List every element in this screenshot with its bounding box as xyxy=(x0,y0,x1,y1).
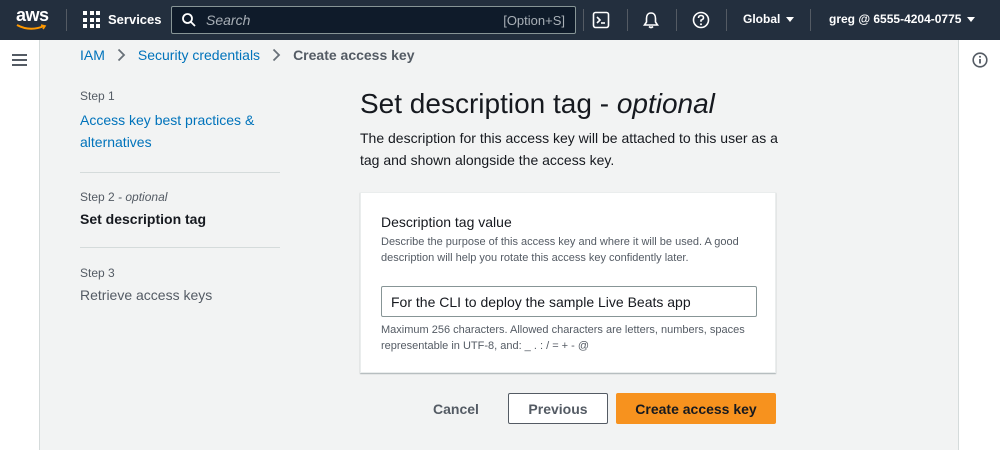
wizard-step-2: Step 2 - optional Set description tag xyxy=(80,173,280,248)
chevron-right-icon xyxy=(272,48,281,62)
nav-divider xyxy=(583,9,584,31)
caret-down-icon xyxy=(967,16,976,22)
wizard-step-1: Step 1 Access key best practices & alter… xyxy=(80,86,280,173)
account-label: greg @ 6555-4204-0775 xyxy=(829,12,962,26)
search-shortcut-hint: [Option+S] xyxy=(503,13,565,28)
notifications-button[interactable] xyxy=(641,10,661,30)
nav-divider xyxy=(810,9,811,31)
step-number: Step 1 xyxy=(80,89,115,103)
search-input[interactable] xyxy=(206,12,486,28)
breadcrumb-current: Create access key xyxy=(293,47,415,63)
nav-divider xyxy=(627,9,628,31)
cancel-button[interactable]: Cancel xyxy=(420,393,492,424)
services-label: Services xyxy=(108,12,162,27)
help-icon xyxy=(692,11,710,29)
hamburger-icon[interactable] xyxy=(12,54,28,66)
wizard-step-3: Step 3 Retrieve access keys xyxy=(80,248,280,306)
nav-divider xyxy=(676,9,677,31)
grid-icon xyxy=(83,11,100,28)
cloudshell-button[interactable] xyxy=(591,10,611,30)
page-title-optional: optional xyxy=(616,88,715,119)
bell-icon xyxy=(643,12,659,29)
step-number: Step 3 xyxy=(80,266,115,280)
chevron-right-icon xyxy=(117,48,126,62)
nav-divider xyxy=(66,9,67,31)
field-label: Description tag value xyxy=(381,214,512,230)
previous-button[interactable]: Previous xyxy=(508,393,608,424)
account-menu[interactable]: greg @ 6555-4204-0775 xyxy=(829,12,976,26)
step-number: Step 2 - optional xyxy=(80,190,168,204)
aws-smile-icon xyxy=(16,24,47,30)
page-description: The description for this access key will… xyxy=(360,130,778,168)
nav-divider xyxy=(726,9,727,31)
step-title-current: Set description tag xyxy=(80,211,207,227)
page-title: Set description tag - optional xyxy=(360,88,715,119)
caret-down-icon xyxy=(786,16,795,22)
aws-logo-text: aws xyxy=(16,5,49,25)
create-access-key-button[interactable]: Create access key xyxy=(616,393,776,424)
aws-logo[interactable]: aws xyxy=(16,6,52,34)
step-link[interactable]: Access key best practices & alternatives xyxy=(80,109,280,153)
breadcrumb: IAM Security credentials Create access k… xyxy=(80,47,415,63)
top-navigation: aws Services [Option+S] xyxy=(0,0,1000,40)
field-constraint-text: Maximum 256 characters. Allowed characte… xyxy=(381,324,745,352)
step-optional-label: - optional xyxy=(114,190,168,204)
search-bar[interactable]: [Option+S] xyxy=(171,6,576,34)
wizard-steps: Step 1 Access key best practices & alter… xyxy=(80,86,280,306)
region-label: Global xyxy=(743,12,781,26)
step-title-disabled: Retrieve access keys xyxy=(80,287,213,303)
left-rail xyxy=(0,40,40,450)
breadcrumb-iam[interactable]: IAM xyxy=(80,47,105,63)
cloudshell-icon xyxy=(592,11,610,29)
help-button[interactable] xyxy=(691,10,711,30)
right-rail xyxy=(958,40,1000,450)
search-icon xyxy=(182,13,196,27)
region-selector[interactable]: Global xyxy=(743,12,795,26)
description-tag-input[interactable] xyxy=(381,286,757,317)
description-tag-panel: Description tag value Describe the purpo… xyxy=(360,192,776,373)
info-icon[interactable] xyxy=(972,52,988,68)
services-menu-button[interactable]: Services xyxy=(83,11,162,28)
field-description: Describe the purpose of this access key … xyxy=(381,236,739,264)
breadcrumb-security-credentials[interactable]: Security credentials xyxy=(138,47,260,63)
